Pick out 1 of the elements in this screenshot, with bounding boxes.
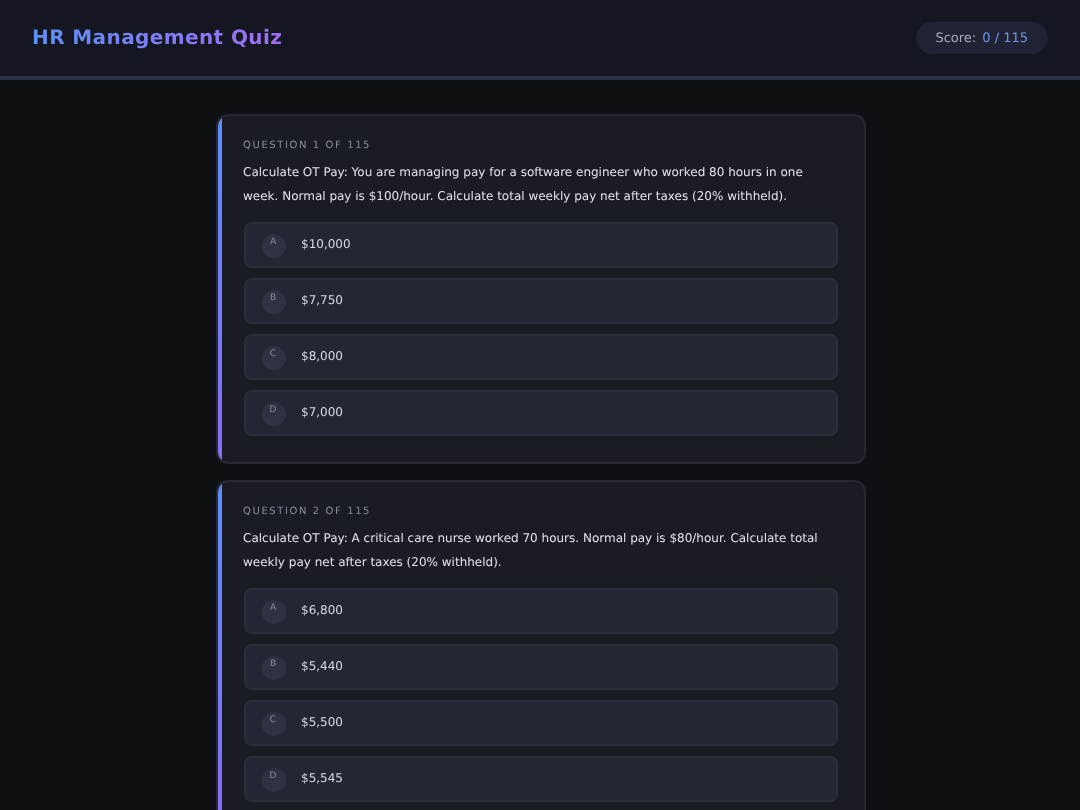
app-title: HR Management Quiz	[32, 27, 283, 49]
